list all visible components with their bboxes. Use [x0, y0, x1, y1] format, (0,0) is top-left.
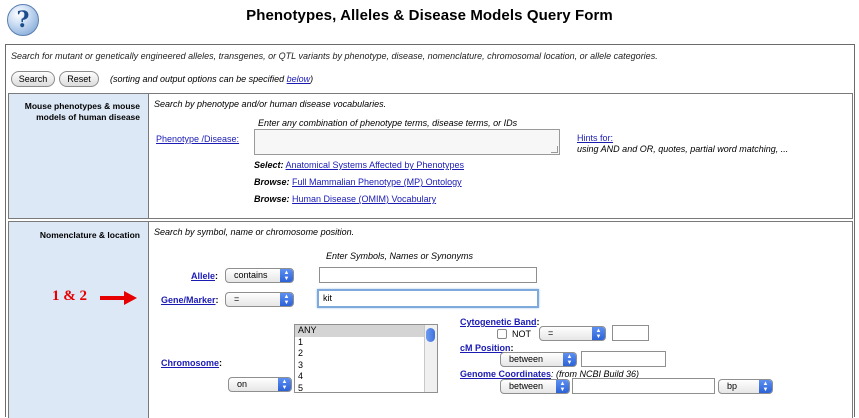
genome-unit-select[interactable]: bp ▲ ▼: [718, 379, 773, 394]
select-arrows-icon: ▲ ▼: [556, 380, 569, 393]
phenotype-disease-link[interactable]: Phenotype /Disease:: [156, 134, 239, 144]
chromosome-listbox[interactable]: ANY 1 2 3 4 5: [294, 324, 438, 393]
phenotype-section-label: Mouse phenotypes & mouse models of human…: [9, 94, 149, 218]
mp-ontology-link[interactable]: Full Mammalian Phenotype (MP) Ontology: [292, 177, 462, 187]
gene-operator-value: =: [234, 294, 240, 304]
cytogenetic-band-link[interactable]: Cytogenetic Band: [460, 317, 537, 327]
genome-unit-value: bp: [727, 381, 738, 391]
sort-note: (sorting and output options can be speci…: [110, 74, 313, 84]
omim-vocabulary-link[interactable]: Human Disease (OMIM) Vocabulary: [292, 194, 436, 204]
chromosome-option[interactable]: 1: [295, 337, 437, 349]
browse-prefix-omim: Browse:: [254, 194, 290, 204]
chromosome-option[interactable]: 2: [295, 348, 437, 360]
query-form: Search for mutant or genetically enginee…: [5, 44, 855, 418]
cyto-band-input[interactable]: [612, 325, 649, 341]
cyto-not-checkbox[interactable]: [497, 329, 507, 339]
annotation-arrow-icon: [100, 291, 137, 305]
select-arrows-icon: ▲ ▼: [278, 378, 291, 391]
chromosome-option[interactable]: ANY: [295, 325, 437, 337]
hints-link[interactable]: Hints for:: [577, 133, 613, 143]
phenotype-instruction: Enter any combination of phenotype terms…: [258, 118, 518, 128]
allele-operator-value: contains: [234, 270, 268, 280]
allele-row-label: Allele:: [191, 271, 219, 281]
genome-coordinates-input[interactable]: [572, 378, 715, 394]
cm-operator-select[interactable]: between ▲ ▼: [500, 352, 577, 367]
nomenclature-section: Nomenclature & location Search by symbol…: [8, 221, 853, 418]
chromosome-mode-value: on: [237, 379, 248, 389]
select-arrows-icon: ▲ ▼: [759, 380, 772, 393]
browse-mp-row: Browse: Full Mammalian Phenotype (MP) On…: [254, 177, 462, 187]
select-prefix: Select:: [254, 160, 284, 170]
cyto-operator-value: =: [548, 328, 554, 338]
gene-marker-link[interactable]: Gene/Marker: [161, 295, 216, 305]
cyto-not-label: NOT: [512, 329, 531, 339]
annotation-label: 1 & 2: [52, 288, 87, 304]
scroll-thumb[interactable]: [426, 328, 435, 342]
genome-operator-select[interactable]: between ▲ ▼: [500, 379, 570, 394]
phenotype-section-body: Search by phenotype and/or human disease…: [150, 94, 852, 218]
chromosome-option[interactable]: 5: [295, 383, 437, 393]
browse-omim-row: Browse: Human Disease (OMIM) Vocabulary: [254, 194, 436, 204]
cyto-row-label: Cytogenetic Band:: [460, 317, 540, 327]
cm-operator-value: between: [509, 354, 544, 364]
below-link[interactable]: below: [287, 74, 311, 84]
allele-input[interactable]: [319, 267, 537, 283]
cm-position-input[interactable]: [581, 351, 666, 367]
nomenclature-section-label: Nomenclature & location: [9, 222, 149, 418]
gene-marker-input[interactable]: kit: [317, 289, 539, 308]
phenotype-section: Mouse phenotypes & mouse models of human…: [8, 93, 853, 219]
chromosome-scrollbar[interactable]: [424, 325, 437, 392]
nomenclature-section-body: Search by symbol, name or chromosome pos…: [150, 222, 852, 418]
allele-operator-select[interactable]: contains ▲ ▼: [225, 268, 294, 283]
gene-marker-row-label: Gene/Marker:: [161, 295, 219, 305]
select-arrows-icon: ▲ ▼: [280, 293, 293, 306]
select-row: Select: Anatomical Systems Affected by P…: [254, 160, 464, 170]
intro-text: Search for mutant or genetically enginee…: [11, 51, 658, 61]
cyto-operator-select[interactable]: = ▲ ▼: [539, 326, 606, 341]
reset-button[interactable]: Reset: [59, 71, 99, 87]
hints-text: using AND and OR, quotes, partial word m…: [577, 144, 789, 154]
search-button[interactable]: Search: [11, 71, 55, 87]
allele-link[interactable]: Allele: [191, 271, 215, 281]
genome-operator-value: between: [509, 381, 544, 391]
chromosome-link[interactable]: Chromosome: [161, 358, 219, 368]
nomenclature-description: Search by symbol, name or chromosome pos…: [154, 227, 355, 237]
chromosome-row-label: Chromosome:: [161, 358, 223, 368]
select-arrows-icon: ▲ ▼: [592, 327, 605, 340]
sort-note-suffix: ): [310, 74, 314, 84]
genome-coordinates-link[interactable]: Genome Coordinates: [460, 369, 551, 379]
chromosome-option[interactable]: 4: [295, 371, 437, 383]
page-title: Phenotypes, Alleles & Disease Models Que…: [246, 7, 613, 24]
symbols-header: Enter Symbols, Names or Synonyms: [326, 251, 474, 261]
browse-prefix-mp: Browse:: [254, 177, 290, 187]
chromosome-option[interactable]: 3: [295, 360, 437, 372]
phenotype-description: Search by phenotype and/or human disease…: [154, 99, 387, 109]
anatomical-systems-link[interactable]: Anatomical Systems Affected by Phenotype…: [286, 160, 464, 170]
gene-operator-select[interactable]: = ▲ ▼: [225, 292, 294, 307]
sort-note-prefix: (sorting and output options can be speci…: [110, 74, 287, 84]
select-arrows-icon: ▲ ▼: [280, 269, 293, 282]
select-arrows-icon: ▲ ▼: [563, 353, 576, 366]
phenotype-disease-textarea[interactable]: [254, 129, 560, 155]
chromosome-mode-select[interactable]: on ▲ ▼: [228, 377, 292, 392]
